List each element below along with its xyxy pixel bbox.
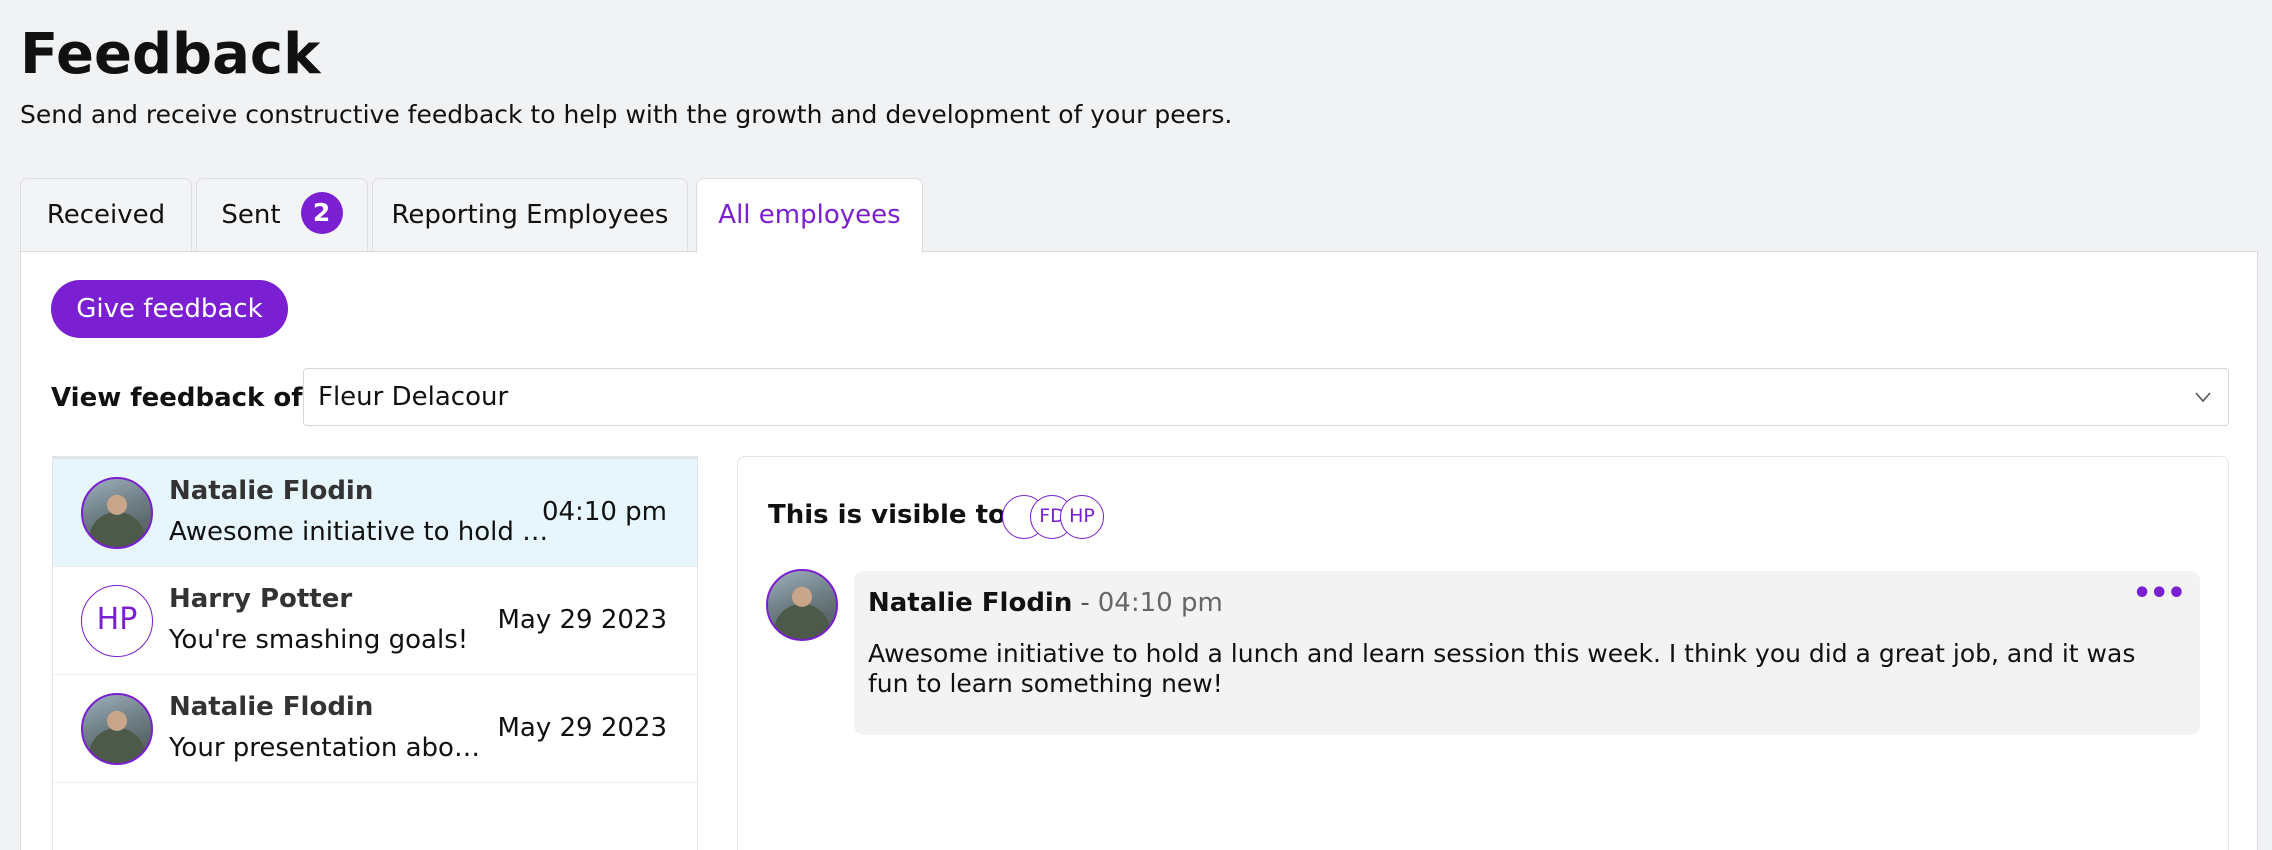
list-item-name: Natalie Flodin — [169, 476, 374, 506]
message-author: Natalie Flodin — [868, 588, 1073, 618]
tab-received[interactable]: Received — [20, 178, 192, 252]
list-item-time: 04:10 pm — [541, 497, 667, 527]
visible-to-label: This is visible to: — [768, 500, 1017, 530]
avatar — [81, 477, 153, 549]
give-feedback-button[interactable]: Give feedback — [51, 280, 288, 338]
list-item[interactable]: HP Harry Potter You're smashing goals! M… — [53, 567, 697, 675]
message-time: 04:10 pm — [1097, 588, 1223, 618]
tab-received-label: Received — [46, 200, 166, 230]
avatar — [766, 569, 838, 641]
message-separator: - — [1080, 588, 1090, 618]
page-title: Feedback — [20, 22, 321, 87]
tab-sent[interactable]: Sent 2 — [196, 178, 368, 252]
list-item-preview: Your presentation about the quarterly pl… — [169, 733, 491, 763]
list-item-time: May 29 2023 — [497, 713, 667, 743]
avatar — [81, 693, 153, 765]
employee-select[interactable]: Fleur Delacour — [303, 368, 2229, 426]
list-item-name: Natalie Flodin — [169, 692, 374, 722]
tab-reporting-employees[interactable]: Reporting Employees — [372, 178, 688, 252]
message-text: Awesome initiative to hold a lunch and l… — [868, 639, 2136, 698]
list-item-time: May 29 2023 — [497, 605, 667, 635]
list-item-preview: You're smashing goals! — [169, 625, 469, 655]
chevron-down-icon — [2194, 369, 2212, 446]
tab-sent-label: Sent — [221, 200, 281, 230]
feedback-message: Natalie Flodin -04:10 pm ••• Awesome init… — [854, 571, 2200, 735]
avatar: HP — [81, 585, 153, 657]
avatar: HP — [1060, 495, 1104, 539]
feedback-panel: Give feedback View feedback of Fleur Del… — [20, 251, 2258, 850]
page-subtitle: Send and receive constructive feedback t… — [20, 100, 1233, 129]
tab-all-employees[interactable]: All employees — [696, 178, 923, 253]
visible-to-avatars: FD HP — [1002, 495, 1112, 539]
more-options-icon[interactable]: ••• — [2132, 579, 2186, 609]
list-item[interactable]: Natalie Flodin Your presentation about t… — [53, 675, 697, 783]
tab-reporting-employees-label: Reporting Employees — [391, 200, 669, 230]
list-item[interactable]: Natalie Flodin Awesome initiative to hol… — [53, 459, 697, 567]
feedback-list: Natalie Flodin Awesome initiative to hol… — [52, 456, 698, 850]
list-item-preview: Awesome initiative to hold a lunch and l… — [169, 517, 549, 547]
view-feedback-of-label: View feedback of — [51, 383, 303, 413]
tab-all-employees-label: All employees — [718, 200, 901, 230]
sent-count-badge: 2 — [300, 191, 343, 234]
list-item-name: Harry Potter — [169, 584, 353, 614]
feedback-detail: This is visible to: FD HP Natalie Flodin… — [737, 456, 2229, 850]
message-header: Natalie Flodin -04:10 pm — [868, 585, 1223, 621]
employee-select-value: Fleur Delacour — [318, 382, 509, 412]
